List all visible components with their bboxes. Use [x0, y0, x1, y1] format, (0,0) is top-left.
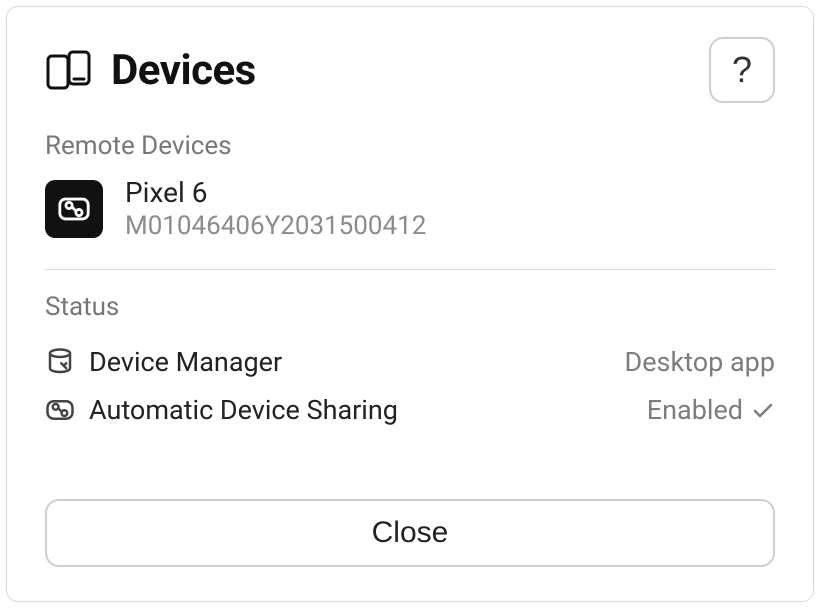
devices-panel: Devices ? Remote Devices Pixel 6 M010464…: [6, 6, 814, 602]
device-serial: M01046406Y2031500412: [125, 211, 426, 241]
remote-devices-label: Remote Devices: [45, 131, 775, 161]
status-label: Status: [45, 292, 775, 322]
close-button[interactable]: Close: [45, 499, 775, 567]
divider: [45, 269, 775, 270]
title-group: Devices: [45, 46, 256, 95]
device-name: Pixel 6: [125, 177, 426, 209]
device-info: Pixel 6 M01046406Y2031500412: [125, 177, 426, 241]
help-button[interactable]: ?: [709, 37, 775, 103]
devices-icon: [45, 50, 93, 90]
device-row[interactable]: Pixel 6 M01046406Y2031500412: [45, 177, 775, 241]
panel-header: Devices ?: [45, 37, 775, 103]
usb-share-icon: [45, 180, 103, 238]
check-icon: [751, 398, 775, 422]
status-value: Desktop app: [625, 346, 776, 378]
device-manager-icon: [45, 347, 75, 377]
status-list: Device Manager Desktop app Automatic Dev…: [45, 338, 775, 434]
status-row-auto-sharing: Automatic Device Sharing Enabled: [45, 386, 775, 434]
status-name: Automatic Device Sharing: [89, 394, 398, 426]
status-row-device-manager: Device Manager Desktop app: [45, 338, 775, 386]
status-value: Enabled: [647, 394, 743, 426]
auto-sharing-icon: [45, 395, 75, 425]
panel-title: Devices: [111, 46, 256, 95]
status-name: Device Manager: [89, 346, 282, 378]
